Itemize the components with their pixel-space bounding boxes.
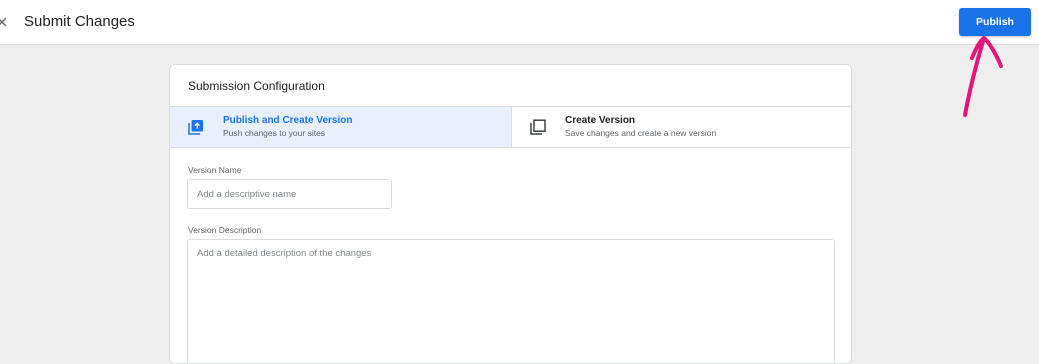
option-publish-and-create-version[interactable]: Publish and Create Version Push changes … [170,107,511,147]
publish-upload-icon [188,120,203,135]
submission-configuration-card: Submission Configuration Publish and Cre… [169,64,852,364]
close-icon[interactable] [0,12,11,32]
option-create-version[interactable]: Create Version Save changes and create a… [511,107,851,147]
option-title: Create Version [565,115,636,126]
option-title: Publish and Create Version [223,115,353,126]
option-subtitle: Save changes and create a new version [565,128,717,138]
version-description-input[interactable] [187,239,835,363]
version-description-label: Version Description [188,225,262,235]
option-subtitle: Push changes to your sites [223,128,326,138]
page-title: Submit Changes [24,13,135,30]
publish-button[interactable]: Publish [959,8,1031,36]
top-bar: Submit Changes Publish [0,0,1039,45]
version-name-input[interactable] [187,179,392,209]
version-name-label: Version Name [188,165,242,175]
card-title: Submission Configuration [188,79,325,93]
version-copy-icon [530,119,546,135]
submission-options: Publish and Create Version Push changes … [170,106,851,148]
